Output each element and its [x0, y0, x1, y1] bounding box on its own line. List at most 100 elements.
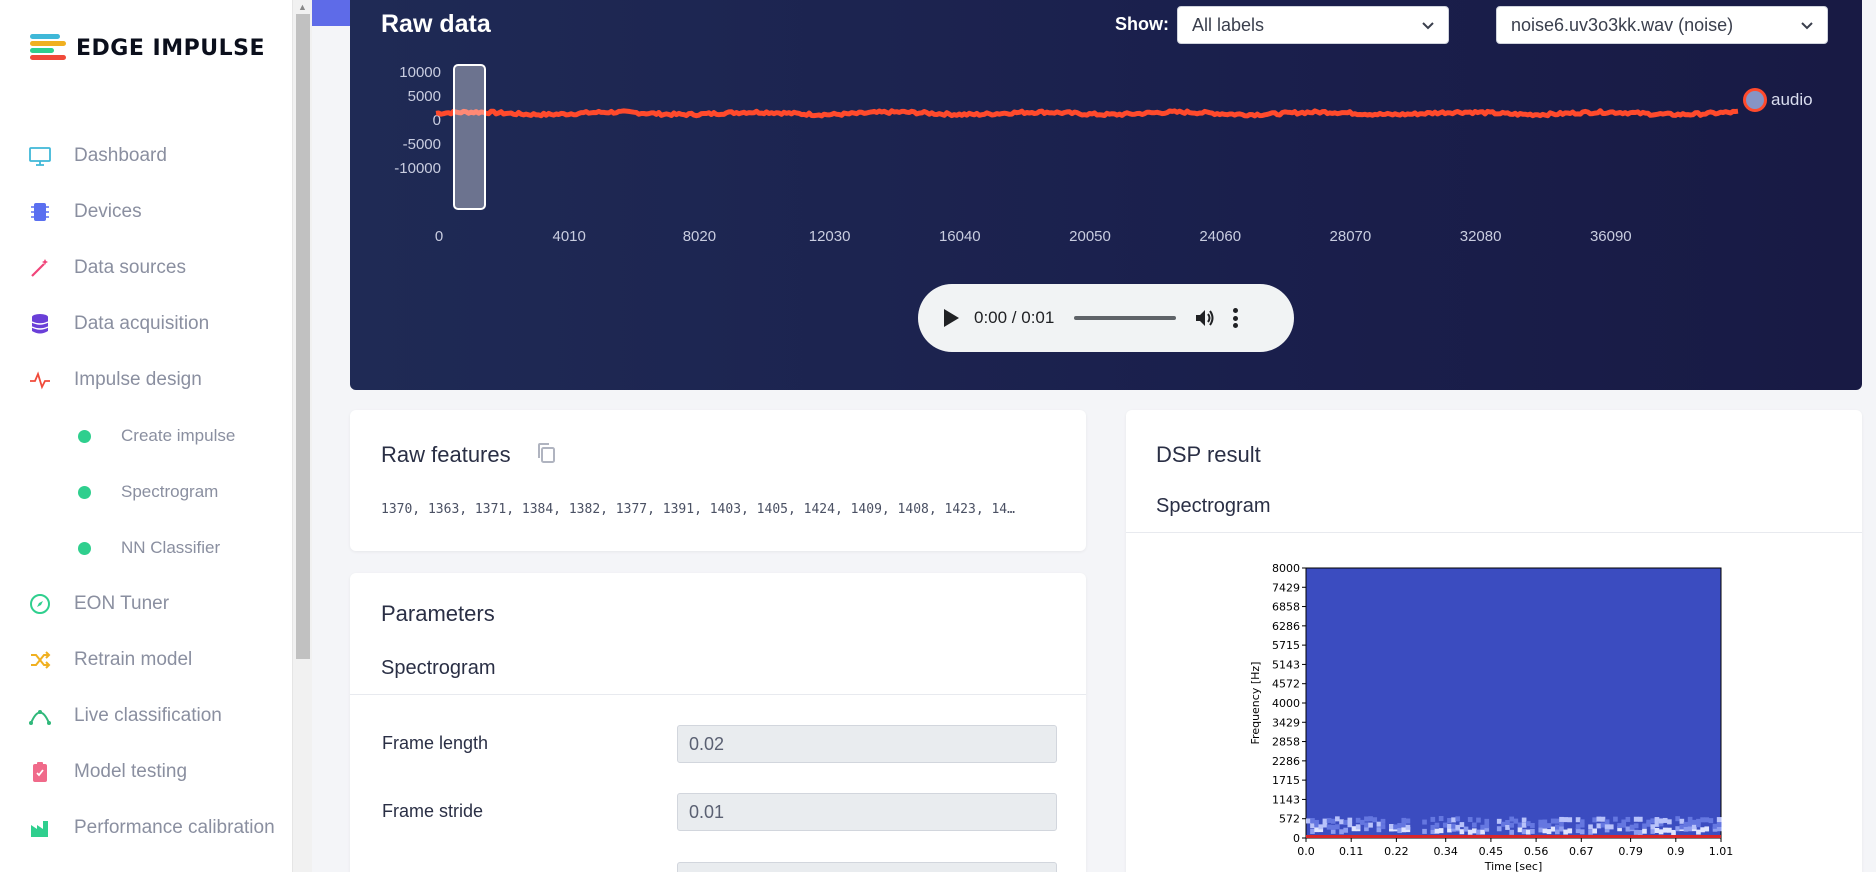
- spectrogram-cell: [1555, 829, 1560, 835]
- spectrogram-cell: [1480, 824, 1485, 830]
- sample-select[interactable]: noise6.uv3o3kk.wav (noise): [1496, 6, 1828, 44]
- frame-length-input[interactable]: 0.02: [677, 725, 1057, 763]
- frame-stride-input[interactable]: 0.01: [677, 793, 1057, 831]
- spectrogram-cell: [1322, 818, 1328, 824]
- more-options-icon[interactable]: [1232, 308, 1238, 328]
- spectrogram-cell: [1476, 817, 1481, 823]
- spectrogram-cell: [1530, 828, 1535, 834]
- raw-data-chart[interactable]: 1000050000-5000-100000 4010 8020 12030 16040…: [350, 55, 1862, 255]
- spectrogram-cell: [1679, 824, 1685, 830]
- sidebar-scrollbar[interactable]: ▲: [292, 0, 312, 872]
- x-tick-label: 0.56: [1524, 845, 1549, 858]
- sidebar-item-label: Model testing: [74, 761, 188, 782]
- x-tick-label: 36090: [1590, 228, 1632, 245]
- spectrogram-cell: [1654, 817, 1660, 823]
- sample-select-value: noise6.uv3o3kk.wav (noise): [1511, 14, 1734, 35]
- spectrogram-cell: [1521, 817, 1527, 823]
- spectrogram-cell: [1638, 829, 1643, 835]
- sidebar-subitem-label: Spectrogram: [121, 482, 219, 501]
- sidebar-item-dashboard[interactable]: Dashboard: [0, 128, 292, 184]
- y-tick-label: 0: [1293, 832, 1300, 845]
- spectrogram-cell: [1505, 824, 1510, 830]
- play-icon[interactable]: [942, 308, 960, 328]
- sidebar-subitem-nn-classifier[interactable]: NN Classifier: [0, 520, 292, 576]
- spectrogram-cell: [1455, 824, 1461, 830]
- spectrogram-cell: [1343, 819, 1348, 825]
- spectrogram-cell: [1600, 816, 1606, 822]
- spectrogram-cell: [1629, 824, 1635, 830]
- spectrogram-cell: [1658, 818, 1664, 824]
- copy-icon[interactable]: [536, 442, 556, 464]
- spectrogram-cell: [1521, 829, 1527, 835]
- sidebar-subitem-label: NN Classifier: [121, 538, 221, 557]
- label-filter-select[interactable]: All labels: [1177, 6, 1449, 44]
- spectrogram-cell: [1650, 824, 1656, 830]
- scroll-up-arrow-icon[interactable]: ▲: [298, 2, 307, 12]
- spectrogram-cell: [1326, 824, 1332, 830]
- y-tick-label: 5143: [1272, 658, 1300, 671]
- status-dot-icon: [78, 541, 91, 555]
- window-selector-handle[interactable]: [453, 64, 486, 210]
- y-tick-label: 6286: [1272, 620, 1300, 633]
- x-tick-label: 0.22: [1384, 845, 1409, 858]
- spectrogram-cell: [1563, 829, 1568, 835]
- x-tick-label: 8020: [683, 228, 716, 245]
- spectrogram-cell: [1513, 818, 1519, 824]
- spectrogram-cell: [1476, 829, 1481, 835]
- sidebar-subitem-spectrogram[interactable]: Spectrogram: [0, 464, 292, 520]
- parameters-title: Parameters: [381, 601, 495, 626]
- spectrogram-cell: [1525, 821, 1531, 827]
- spectrogram-cell: [1368, 816, 1373, 822]
- sidebar-item-label: Devices: [74, 201, 142, 222]
- spectrogram-cell: [1608, 824, 1614, 830]
- sidebar-item-retrain-model[interactable]: Retrain model: [0, 632, 292, 688]
- sidebar-item-impulse-design[interactable]: Impulse design: [0, 352, 292, 408]
- x-tick-label: 16040: [939, 228, 981, 245]
- clipboard-icon: [28, 760, 52, 784]
- raw-data-panel: Raw data Show: All labels noise6.uv3o3kk…: [350, 0, 1862, 390]
- sidebar-item-data-sources[interactable]: Data sources: [0, 240, 292, 296]
- raw-features-values: 1370, 1363, 1371, 1384, 1382, 1377, 1391…: [381, 502, 1015, 517]
- spectrogram-cell: [1642, 823, 1647, 829]
- spectrogram-cell: [1430, 824, 1436, 830]
- spectrogram-cell: [1567, 817, 1573, 823]
- legend-marker-icon: [1743, 88, 1767, 112]
- next-parameter-input[interactable]: [677, 862, 1057, 872]
- edge-impulse-logo[interactable]: EDGE IMPULSE: [30, 34, 265, 62]
- frame-stride-label: Frame stride: [382, 801, 484, 821]
- spectrogram-cell: [1567, 828, 1573, 834]
- spectrogram-cell: [1339, 829, 1344, 835]
- spectrogram-cell: [1351, 826, 1357, 832]
- y-tick-label: 6858: [1272, 601, 1300, 614]
- spectrogram-cell: [1451, 823, 1456, 829]
- x-tick-label: 28070: [1330, 228, 1372, 245]
- spectrogram-cell: [1310, 823, 1315, 829]
- database-icon: [28, 312, 52, 336]
- y-tick-label: 1143: [1272, 793, 1300, 806]
- spectrogram-cell: [1708, 818, 1714, 824]
- curve-icon: [28, 704, 52, 728]
- spectrogram-cell: [1376, 827, 1382, 833]
- volume-icon[interactable]: [1194, 307, 1216, 329]
- sidebar-item-performance-calibration[interactable]: Performance calibration: [0, 800, 292, 856]
- audio-progress-slider[interactable]: [1074, 316, 1177, 320]
- spectrogram-cell: [1687, 816, 1693, 822]
- pulse-icon: [28, 368, 52, 392]
- logo-mark-icon: [30, 34, 68, 62]
- chart-legend[interactable]: audio: [1743, 88, 1813, 112]
- spectrogram-cell: [1696, 818, 1701, 824]
- spectrogram-cell: [1517, 827, 1523, 833]
- sidebar-item-devices[interactable]: Devices: [0, 184, 292, 240]
- spectrogram-cell: [1575, 817, 1581, 823]
- y-tick-label: 8000: [1272, 562, 1300, 575]
- sidebar-subitem-create-impulse[interactable]: Create impulse: [0, 408, 292, 464]
- sidebar-item-live-classification[interactable]: Live classification: [0, 688, 292, 744]
- spectrogram-cell: [1604, 819, 1610, 825]
- sidebar-item-eon-tuner[interactable]: EON Tuner: [0, 576, 292, 632]
- spectrogram-cell: [1509, 822, 1514, 828]
- spectrogram-cell: [1679, 818, 1685, 824]
- sidebar-item-data-acquisition[interactable]: Data acquisition: [0, 296, 292, 352]
- spectrogram-low-band: [1306, 835, 1721, 838]
- scrollbar-thumb[interactable]: [296, 14, 310, 659]
- sidebar-item-model-testing[interactable]: Model testing: [0, 744, 292, 800]
